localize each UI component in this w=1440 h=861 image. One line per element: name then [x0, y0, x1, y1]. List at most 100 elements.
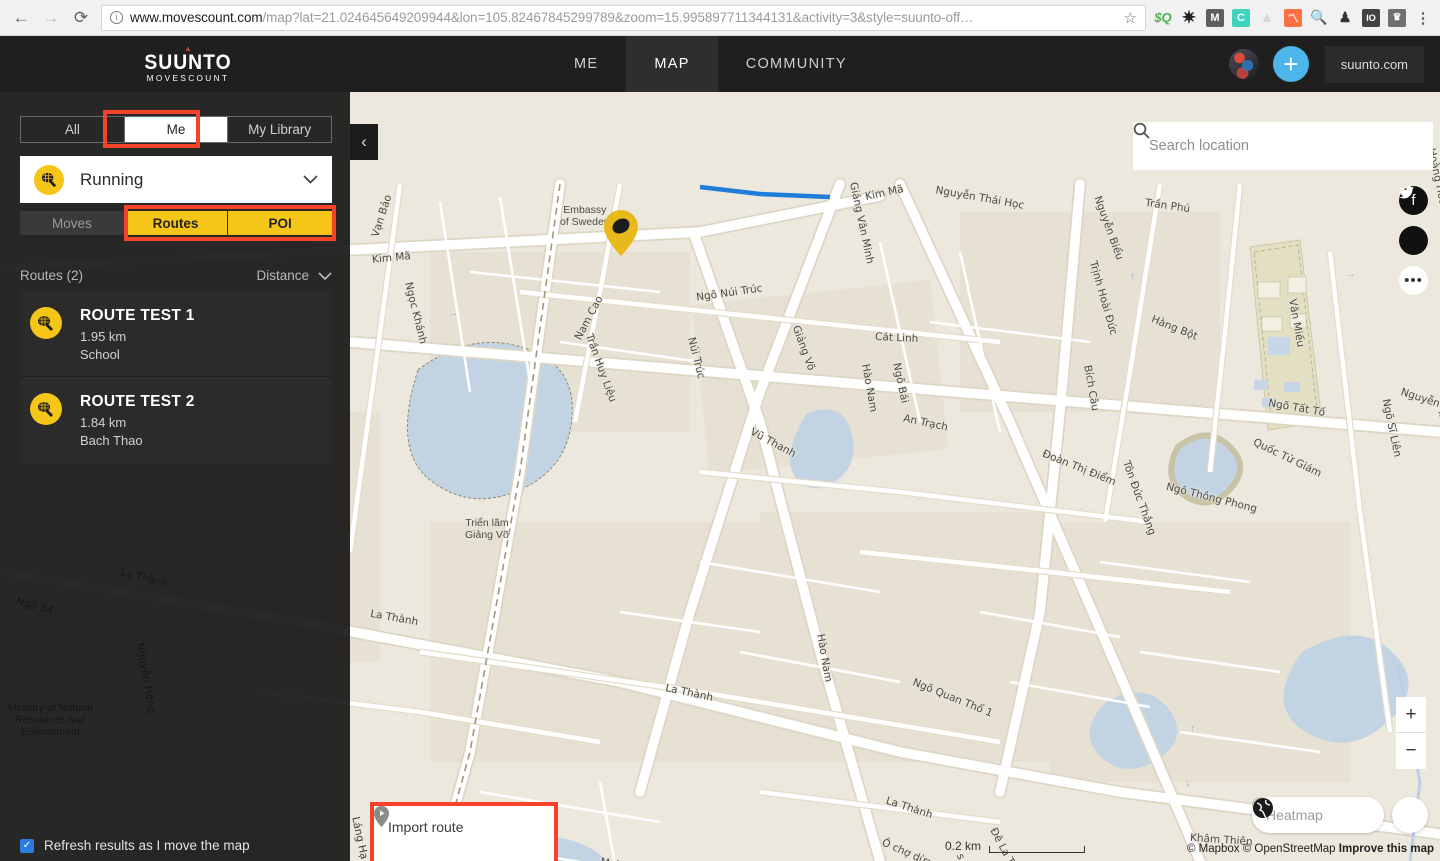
sidebar-collapse-button[interactable]: ‹	[350, 124, 378, 160]
nav-item-me[interactable]: ME	[546, 36, 626, 92]
left-sidebar: All Me My Library Running Moves Routes P…	[0, 92, 350, 861]
nav-item-map[interactable]: MAP	[626, 36, 718, 92]
svg-text:↓: ↓	[1185, 777, 1191, 789]
heatmap-label: Heatmap	[1266, 807, 1323, 823]
table-row[interactable]: ROUTE TEST 2 1.84 km Bach Thao	[20, 377, 332, 463]
crown-extension-icon[interactable]: ♛	[1388, 8, 1406, 27]
menu-item-import-route-label: Import route	[388, 819, 464, 835]
menu-item-route[interactable]: Route	[374, 806, 554, 861]
squirrel-extension-icon[interactable]: $Q	[1154, 9, 1172, 27]
seo-magnifier-extension-icon[interactable]: 🔍	[1310, 9, 1328, 27]
nav-item-community[interactable]: COMMUNITY	[718, 36, 875, 92]
globe-icon[interactable]	[1253, 797, 1428, 833]
browser-extensions: $Q ✷ M C ▲ 〽 🔍 ♟ IO ♛ ⋮	[1154, 8, 1440, 27]
twitter-icon[interactable]	[1399, 186, 1428, 255]
activity-dropdown[interactable]: Running	[20, 156, 332, 203]
address-bar[interactable]: i www.movescount.com/map?lat=21.02464564…	[101, 4, 1146, 31]
route-title: ROUTE TEST 2	[80, 393, 195, 410]
scope-tabs: All Me My Library	[20, 116, 332, 143]
shoe-icon	[34, 164, 64, 195]
tab-all[interactable]: All	[21, 117, 125, 142]
map-pin-icon	[374, 806, 389, 827]
create-new-menu: Import route Route + Create new	[374, 806, 554, 861]
site-info-icon[interactable]: i	[110, 11, 123, 24]
table-row[interactable]: ROUTE TEST 1 1.95 km School	[20, 291, 332, 377]
zoom-out-button[interactable]: −	[1396, 733, 1426, 769]
svg-text:→: →	[448, 307, 459, 319]
mailtrack-extension-icon[interactable]: M	[1206, 8, 1224, 27]
url-text: www.movescount.com/map?lat=21.0246456492…	[130, 10, 1117, 25]
svg-text:↑: ↑	[1190, 723, 1196, 735]
route-distance: 1.95 km	[80, 329, 127, 344]
svg-text:↑: ↑	[1130, 271, 1136, 283]
sort-dropdown[interactable]: Distance	[256, 268, 332, 283]
avatar[interactable]	[1228, 49, 1259, 79]
route-info: ROUTE TEST 2 1.84 km Bach Thao	[80, 393, 195, 449]
subtab-moves[interactable]: Moves	[20, 211, 124, 235]
forward-icon[interactable]: →	[37, 4, 65, 32]
zoom-in-button[interactable]: +	[1396, 697, 1426, 733]
map-attribution: © Mapbox © OpenStreetMap Improve this ma…	[1187, 843, 1434, 855]
scale-label: 0.2 km	[945, 839, 982, 853]
google-drive-extension-icon[interactable]: ▲	[1258, 9, 1276, 27]
suunto-com-link[interactable]: suunto.com	[1324, 45, 1424, 83]
io-extension-icon[interactable]: IO	[1362, 8, 1380, 27]
routes-list-header: Routes (2) Distance	[20, 268, 332, 283]
scale-line	[989, 846, 1086, 853]
chrome-menu-icon[interactable]: ⋮	[1414, 9, 1432, 27]
sort-label: Distance	[256, 268, 309, 283]
gear-extension-icon[interactable]: ✷	[1180, 8, 1198, 27]
routes-count-label: Routes (2)	[20, 268, 84, 283]
shoe-icon	[30, 393, 62, 425]
search-location-box[interactable]: Search location	[1133, 122, 1433, 170]
ninja-extension-icon[interactable]: ♟	[1336, 9, 1354, 27]
refresh-results-label: Refresh results as I move the map	[44, 838, 250, 853]
zoom-controls: + −	[1396, 697, 1426, 769]
url-host: www.movescount.com	[130, 10, 263, 25]
colorzilla-extension-icon[interactable]: C	[1232, 8, 1250, 27]
search-input[interactable]: Search location	[1149, 138, 1417, 154]
map-poi-label: Triển lãm Giảng Võ	[465, 517, 509, 541]
bookmark-star-icon[interactable]: ☆	[1124, 9, 1137, 27]
social-buttons: f •••	[1399, 186, 1428, 295]
map-scale-bar: 0.2 km	[945, 839, 1086, 853]
svg-text:→: →	[1345, 268, 1356, 280]
site-header: ▲ SUUNTO MOVESCOUNT ME MAP COMMUNITY + s…	[0, 36, 1440, 92]
browser-nav-buttons: ← → ⟳	[0, 4, 95, 32]
tab-my-library[interactable]: My Library	[228, 117, 331, 142]
improve-map-link[interactable]: Improve this map	[1339, 843, 1434, 855]
map-poi-label: Embassy of Sweden	[560, 204, 610, 228]
route-title: ROUTE TEST 1	[80, 307, 195, 324]
subtab-poi[interactable]: POI	[227, 211, 333, 235]
subtab-routes[interactable]: Routes	[123, 211, 228, 235]
reload-icon[interactable]: ⟳	[67, 4, 95, 32]
refresh-results-checkbox[interactable]: ✓	[20, 838, 34, 853]
content-subtabs: Moves Routes POI	[20, 211, 333, 235]
map-bottom-right-controls: Heatmap	[1252, 797, 1428, 833]
tab-me[interactable]: Me	[124, 117, 229, 142]
refresh-results-row[interactable]: ✓ Refresh results as I move the map	[20, 838, 250, 853]
add-button[interactable]: +	[1272, 46, 1309, 82]
attribution-text: © Mapbox © OpenStreetMap	[1186, 843, 1339, 855]
url-path: /map?lat=21.024645649209944&lon=105.8246…	[262, 10, 974, 25]
route-place: Bach Thao	[80, 433, 143, 448]
page-root: ← → ⟳ i www.movescount.com/map?lat=21.02…	[0, 0, 1440, 861]
suunto-logo[interactable]: ▲ SUUNTO MOVESCOUNT	[140, 44, 236, 83]
menu-item-import-route[interactable]: Import route	[374, 806, 554, 848]
analytics-extension-icon[interactable]: 〽	[1284, 8, 1302, 27]
route-distance: 1.84 km	[80, 415, 127, 430]
more-options-icon[interactable]: •••	[1399, 266, 1428, 295]
routes-list: ROUTE TEST 1 1.95 km School ROUTE TEST 2…	[20, 291, 332, 463]
browser-toolbar: ← → ⟳ i www.movescount.com/map?lat=21.02…	[0, 0, 1440, 36]
shoe-icon	[30, 307, 62, 339]
activity-name: Running	[80, 169, 144, 189]
suunto-logo-sub: MOVESCOUNT	[146, 73, 230, 83]
chevron-down-icon	[318, 271, 332, 280]
chevron-down-icon[interactable]	[303, 172, 318, 187]
back-icon[interactable]: ←	[7, 4, 35, 32]
main-nav: ME MAP COMMUNITY	[546, 36, 875, 92]
header-right: + suunto.com	[1228, 45, 1440, 83]
route-info: ROUTE TEST 1 1.95 km School	[80, 307, 195, 362]
route-place: School	[80, 347, 120, 362]
suunto-logo-name: SUUNTO	[144, 50, 232, 74]
